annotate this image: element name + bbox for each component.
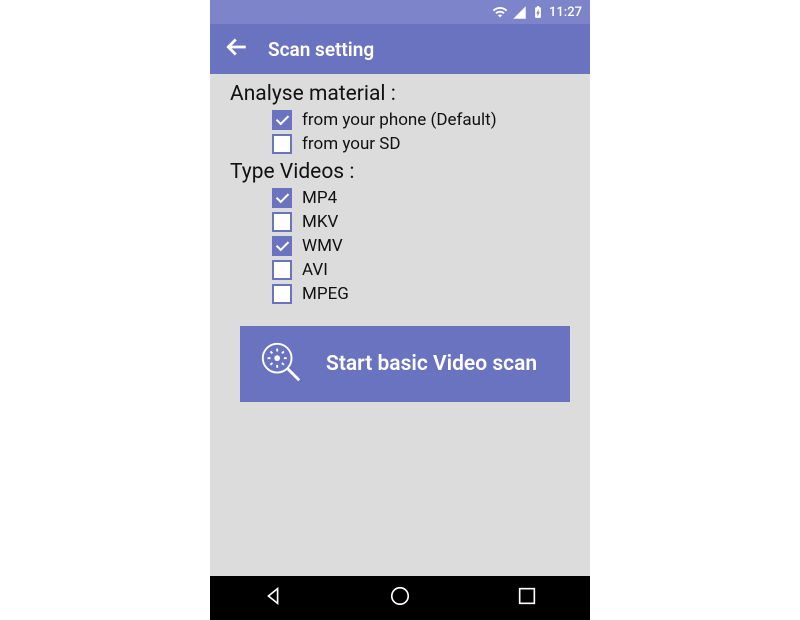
option-wmv[interactable]: WMV <box>272 236 580 256</box>
analyse-section-label: Analyse material : <box>230 82 580 106</box>
option-label: WMV <box>302 236 343 256</box>
nav-back-button[interactable] <box>232 577 314 619</box>
option-avi[interactable]: AVI <box>272 260 580 280</box>
checkbox-mkv[interactable] <box>272 212 292 232</box>
start-scan-button[interactable]: Start basic Video scan <box>240 326 570 402</box>
battery-icon <box>531 5 545 19</box>
option-label: MPEG <box>302 284 349 304</box>
signal-icon <box>512 5 527 20</box>
checkbox-avi[interactable] <box>272 260 292 280</box>
types-section-label: Type Videos : <box>230 160 580 184</box>
status-bar: 11:27 <box>210 0 590 24</box>
option-mpeg[interactable]: MPEG <box>272 284 580 304</box>
page-title: Scan setting <box>268 38 374 61</box>
checkbox-phone[interactable] <box>272 110 292 130</box>
app-bar: Scan setting <box>210 24 590 74</box>
option-sd[interactable]: from your SD <box>272 134 580 154</box>
checkbox-mp4[interactable] <box>272 188 292 208</box>
content-area: Analyse material : from your phone (Defa… <box>210 74 590 402</box>
nav-bar <box>210 576 590 620</box>
checkbox-mpeg[interactable] <box>272 284 292 304</box>
checkbox-wmv[interactable] <box>272 236 292 256</box>
phone-frame: 11:27 Scan setting Analyse material : fr… <box>210 0 590 620</box>
start-scan-label: Start basic Video scan <box>326 352 537 376</box>
nav-recent-button[interactable] <box>486 577 568 619</box>
option-label: MP4 <box>302 188 337 208</box>
option-label: from your SD <box>302 134 401 154</box>
option-phone[interactable]: from your phone (Default) <box>272 110 580 130</box>
option-mkv[interactable]: MKV <box>272 212 580 232</box>
option-mp4[interactable]: MP4 <box>272 188 580 208</box>
checkbox-sd[interactable] <box>272 134 292 154</box>
wifi-icon <box>492 4 508 20</box>
option-label: MKV <box>302 212 338 232</box>
nav-home-button[interactable] <box>359 577 441 619</box>
back-icon[interactable] <box>222 32 252 66</box>
status-time: 11:27 <box>549 5 582 20</box>
magnify-gear-icon <box>258 339 304 389</box>
option-label: AVI <box>302 260 328 280</box>
option-label: from your phone (Default) <box>302 110 497 130</box>
